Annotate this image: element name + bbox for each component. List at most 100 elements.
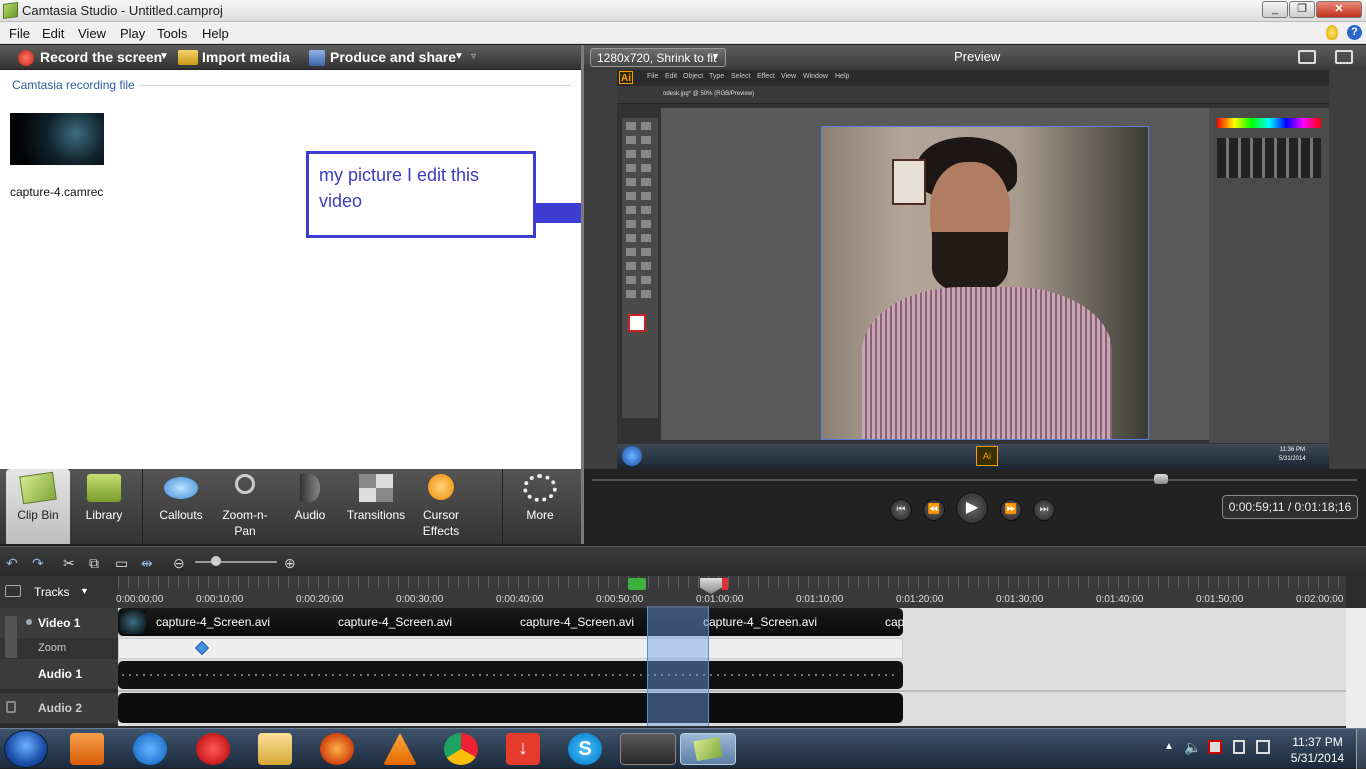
video-clip[interactable]: capture-4_Screen.avi capture-4_Screen.av… [118, 608, 904, 636]
network-icon[interactable] [1208, 740, 1222, 754]
rewind-button[interactable]: ⏪ [923, 499, 945, 521]
timeline-ruler[interactable]: 0:00:00;00 0:00:10;00 0:00:20;00 0:00:30… [116, 576, 1346, 608]
ruler-tick-label: 0:00:10;00 [196, 594, 244, 605]
action-center-icon[interactable] [1233, 740, 1245, 754]
track-header-video-1[interactable]: Video 1 [0, 608, 118, 638]
play-button[interactable]: ▶ [956, 492, 988, 524]
recording-thumbnail[interactable] [10, 113, 104, 165]
file-explorer-icon[interactable] [258, 733, 292, 765]
photo-wall-frame [892, 159, 926, 205]
audio-clip[interactable] [118, 661, 903, 689]
tab-audio[interactable]: Audio [280, 469, 340, 544]
cut-icon[interactable]: ✂ [63, 555, 75, 572]
close-button[interactable]: ✕ [1316, 1, 1362, 18]
menu-help[interactable]: Help [202, 26, 229, 41]
track-header-audio-1[interactable]: Audio 1 [0, 659, 118, 689]
produce-share-button[interactable]: Produce and share [330, 49, 456, 65]
camtasia-recorder-taskbar-icon[interactable] [620, 733, 676, 765]
detach-preview-icon[interactable] [1335, 50, 1353, 64]
track-name: Audio 1 [38, 667, 82, 681]
display-icon[interactable] [1256, 740, 1270, 754]
zoom-in-icon[interactable]: ⊕ [284, 555, 296, 572]
copy-icon[interactable]: ⧉ [89, 555, 99, 572]
out-marker-icon[interactable] [722, 578, 728, 590]
vlc-icon[interactable] [383, 733, 417, 765]
lock-icon[interactable] [6, 701, 16, 713]
tab-label: More [526, 508, 554, 522]
import-media-button[interactable]: Import media [202, 49, 290, 65]
redo-icon[interactable]: ↷ [32, 555, 44, 572]
tab-callouts[interactable]: Callouts [150, 469, 212, 544]
ruler-tick-label: 0:00:30;00 [396, 594, 444, 605]
tab-transitions[interactable]: Transitions [342, 469, 410, 544]
ai-tool-icon [626, 178, 636, 186]
timeline-selection[interactable] [647, 606, 709, 726]
tab-more[interactable]: More [510, 469, 570, 544]
volume-icon[interactable]: 🔈 [1184, 739, 1201, 756]
track-expand-icon[interactable] [26, 619, 32, 625]
tab-cursor-effects[interactable]: Cursor Effects [412, 469, 470, 544]
timeline-zoom-slider[interactable] [195, 561, 277, 563]
tab-library[interactable]: Library [72, 469, 136, 544]
chrome-icon[interactable] [444, 733, 478, 765]
timeline-scrollbar[interactable] [1346, 608, 1366, 728]
record-screen-button[interactable]: Record the screen [40, 49, 162, 65]
preview-scrub-track[interactable] [592, 479, 1357, 481]
fast-forward-button[interactable]: ⏩ [1000, 499, 1022, 521]
tab-clip-bin[interactable]: Clip Bin [6, 469, 70, 544]
track-header-audio-2[interactable]: Audio 2 [0, 693, 118, 723]
ai-menu-item: File [647, 73, 659, 80]
zoom-out-icon[interactable]: ⊖ [173, 555, 185, 572]
produce-dropdown-icon[interactable]: ▼ [454, 51, 464, 62]
skip-to-end-button[interactable]: ⏭ [1033, 499, 1055, 521]
help-icon[interactable]: ? [1347, 25, 1362, 40]
tip-bulb-icon[interactable] [1326, 25, 1338, 40]
menu-file[interactable]: File [9, 26, 30, 41]
tracks-area[interactable]: capture-4_Screen.avi capture-4_Screen.av… [118, 608, 1346, 726]
media-player-icon[interactable] [70, 733, 104, 765]
camtasia-studio-taskbar-icon[interactable] [680, 733, 736, 765]
taskbar-clock[interactable]: 11:37 PM 5/31/2014 [1280, 734, 1355, 766]
undo-icon[interactable]: ↶ [6, 555, 18, 572]
track-header-zoom[interactable]: Zoom [0, 638, 118, 659]
ai-tool-icon [626, 150, 636, 158]
preview-scrub-handle[interactable] [1154, 474, 1168, 484]
audio-2-clip[interactable] [118, 693, 903, 723]
preview-canvas[interactable]: Ai File Edit Object Type Select Effect V… [584, 70, 1366, 469]
split-icon[interactable]: ⇹ [141, 555, 153, 572]
skype-icon[interactable]: S [568, 733, 602, 765]
in-marker-icon[interactable] [628, 578, 646, 590]
tray-expand-icon[interactable]: ▲ [1164, 741, 1174, 752]
start-button[interactable] [4, 730, 48, 768]
playhead-icon[interactable] [700, 578, 722, 594]
zoom-keyframe-icon[interactable] [194, 640, 210, 656]
menu-view[interactable]: View [78, 26, 106, 41]
download-manager-icon[interactable]: ↓ [506, 733, 540, 765]
clip-bin-icon [19, 471, 57, 505]
fullscreen-icon[interactable] [1298, 50, 1316, 64]
firefox-icon[interactable] [320, 733, 354, 765]
internet-explorer-icon[interactable] [133, 733, 167, 765]
paste-icon[interactable]: ▭ [115, 555, 128, 572]
zoom-track-lane[interactable] [118, 638, 903, 659]
ai-tool-icon [626, 192, 636, 200]
windows-taskbar: ↓ S ▲ 🔈 11:37 PM 5/31/2014 [0, 728, 1366, 769]
timeline-zoom-thumb[interactable] [211, 556, 221, 566]
skip-to-start-button[interactable]: ⏮ [890, 499, 912, 521]
playback-bar: ⏮ ⏪ ▶ ⏩ ⏭ 0:00:59;11 / 0:01:18;16 [584, 469, 1366, 544]
tracks-menu-button[interactable]: Tracks ▼ [0, 576, 118, 608]
opera-icon[interactable] [196, 733, 230, 765]
record-dropdown-icon[interactable]: ▼ [159, 51, 169, 62]
ai-menu-item: View [781, 73, 797, 80]
tab-zoom-n-pan[interactable]: Zoom-n- Pan [214, 469, 276, 544]
restore-button[interactable]: ❐ [1289, 1, 1315, 18]
minimize-button[interactable]: _ [1262, 1, 1288, 18]
preview-size-select[interactable]: 1280x720, Shrink to fit ▼ [590, 48, 726, 67]
toolbar-overflow-icon[interactable]: ▿ [471, 51, 476, 62]
menu-tools[interactable]: Tools [157, 26, 187, 41]
menu-play[interactable]: Play [120, 26, 145, 41]
track-lock-icon[interactable] [5, 616, 17, 658]
show-desktop-button[interactable] [1356, 729, 1366, 769]
menu-edit[interactable]: Edit [42, 26, 64, 41]
track-name: Zoom [38, 642, 67, 654]
